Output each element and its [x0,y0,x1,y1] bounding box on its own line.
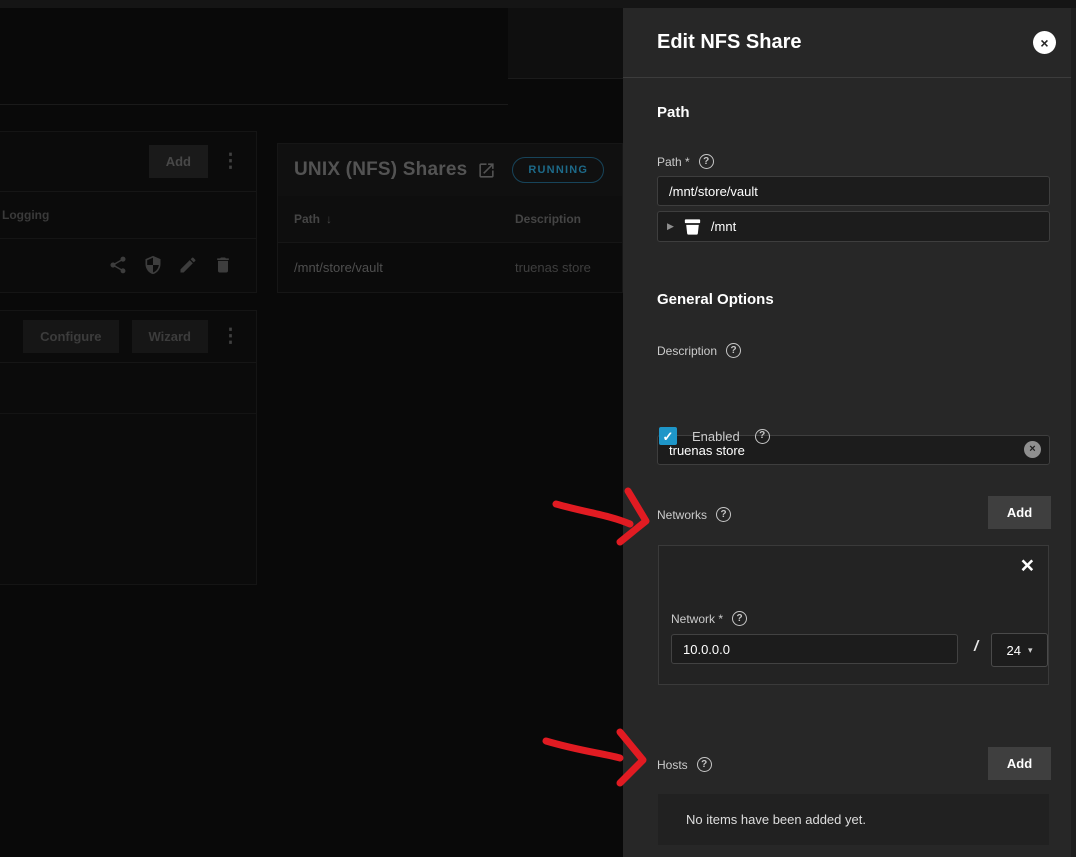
tree-node-label: /mnt [711,219,736,234]
network-entry-card: × Network * ? / 24 ▾ [658,545,1049,685]
kebab-menu-icon[interactable]: ⋮ [221,152,240,171]
add-share-button[interactable]: Add [149,145,208,178]
iscsi-block-toolbar: Configure Wizard ⋮ [0,311,256,363]
running-status-badge[interactable]: RUNNING [512,157,604,183]
share-row-actions [0,239,256,291]
add-host-button[interactable]: Add [988,747,1051,780]
description-label-row: Description ? [657,343,741,358]
shares-block-card: Add ⋮ Logging [0,131,257,293]
column-header-path[interactable]: Path↓ [278,212,515,226]
path-tree-node-mnt[interactable]: ▶ /mnt [657,211,1050,242]
networks-label-row: Networks ? [657,507,731,522]
row-path-cell: /mnt/store/vault [278,260,515,275]
help-icon[interactable]: ? [726,343,741,358]
shares-block-toolbar: Add ⋮ [0,132,256,192]
remove-network-icon[interactable]: × [1021,554,1034,577]
edit-nfs-share-panel: Edit NFS Share × Path Path * ? ▶ /mnt Ge… [623,8,1076,857]
iscsi-block-card: Configure Wizard ⋮ [0,310,257,585]
row-description-cell: truenas store [515,260,591,275]
network-field-label-row: Network * ? [671,611,747,626]
edit-pencil-icon[interactable] [178,255,198,275]
panel-title: Edit NFS Share [657,31,1033,54]
help-icon[interactable]: ? [755,429,770,444]
configure-button[interactable]: Configure [23,320,118,353]
prefix-length-select[interactable]: 24 ▾ [991,633,1048,667]
enabled-checkbox[interactable]: ✓ [659,427,677,445]
networks-label: Networks [657,508,707,522]
enabled-label: Enabled [692,429,740,444]
tree-expand-icon[interactable]: ▶ [667,221,674,232]
path-field-label: Path * [657,155,690,169]
column-header-description[interactable]: Description [515,212,581,226]
prefix-length-value: 24 [1007,643,1021,658]
panel-header: Edit NFS Share × [623,8,1076,78]
panel-scrollbar[interactable] [1071,8,1076,857]
hosts-label-row: Hosts ? [657,757,712,772]
dataset-icon [684,219,701,235]
help-icon[interactable]: ? [699,154,714,169]
nfs-card-title: UNIX (NFS) Shares [294,159,467,181]
path-section-heading: Path [657,104,690,121]
hosts-empty-message: No items have been added yet. [686,812,866,827]
shield-icon[interactable] [143,255,163,275]
nfs-shares-card: UNIX (NFS) Shares RUNNING Path↓ Descript… [277,143,623,293]
description-label: Description [657,344,717,358]
network-field-label: Network * [671,612,723,626]
clear-input-icon[interactable]: × [1024,441,1041,458]
enabled-row: ✓ Enabled ? [659,427,770,445]
network-input[interactable] [671,634,958,664]
help-icon[interactable]: ? [716,507,731,522]
chevron-down-icon: ▾ [1028,645,1033,656]
sort-down-icon: ↓ [326,212,332,226]
close-icon[interactable]: × [1033,31,1056,54]
app-header-strip [0,0,1076,8]
background-column [508,8,623,79]
help-icon[interactable]: ? [732,611,747,626]
help-icon[interactable]: ? [697,757,712,772]
open-in-new-icon[interactable] [477,161,496,180]
kebab-menu-icon[interactable]: ⋮ [221,327,240,346]
hosts-empty-card: No items have been added yet. [658,794,1049,845]
logging-column-label: Logging [0,192,256,239]
wizard-button[interactable]: Wizard [132,320,209,353]
path-field-label-row: Path * ? [657,154,714,169]
nfs-table-header: Path↓ Description [278,196,622,243]
iscsi-empty-row [0,363,256,414]
cidr-slash-separator: / [974,638,978,655]
share-icon[interactable] [108,255,128,275]
nfs-card-header: UNIX (NFS) Shares RUNNING [278,144,622,196]
table-row[interactable]: /mnt/store/vault truenas store [278,243,622,292]
trash-icon[interactable] [213,255,233,275]
add-network-button[interactable]: Add [988,496,1051,529]
general-options-heading: General Options [657,291,774,308]
background-divider [0,104,508,105]
path-input[interactable] [657,176,1050,206]
hosts-label: Hosts [657,758,688,772]
